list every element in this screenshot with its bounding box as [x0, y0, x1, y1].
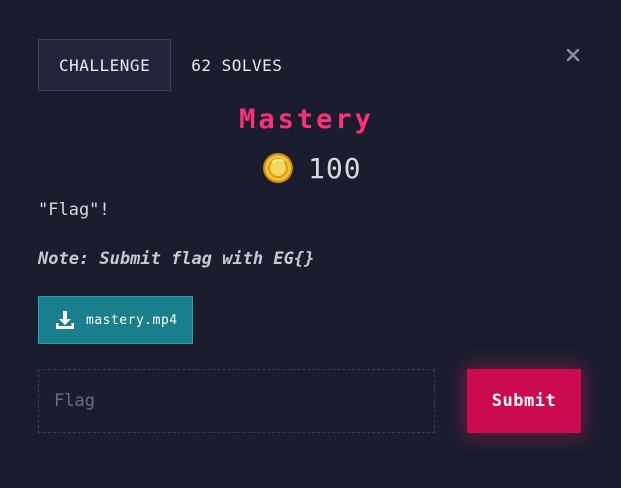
challenge-modal: CHALLENGE 62 SOLVES Mastery 100 "Flag"! …: [0, 0, 621, 488]
challenge-description: "Flag"!: [38, 200, 110, 220]
challenge-note: Note: Submit flag with EG{}: [38, 249, 315, 269]
points-value: 100: [308, 151, 362, 185]
tab-challenge-label: CHALLENGE: [59, 55, 151, 75]
download-icon: [56, 311, 74, 329]
challenge-points: 100: [262, 150, 362, 186]
file-name: mastery.mp4: [86, 312, 178, 328]
download-file-button[interactable]: mastery.mp4: [38, 296, 193, 344]
close-icon: [566, 48, 580, 62]
challenge-title: Mastery: [239, 104, 374, 135]
flag-input[interactable]: [38, 369, 435, 433]
coin-icon: [263, 153, 293, 183]
tab-solves[interactable]: 62 SOLVES: [171, 39, 302, 91]
challenge-tabs: CHALLENGE 62 SOLVES: [38, 39, 302, 91]
close-button[interactable]: [563, 45, 583, 65]
submit-button[interactable]: Submit: [467, 369, 581, 433]
tab-solves-label: 62 SOLVES: [191, 55, 283, 75]
tab-challenge[interactable]: CHALLENGE: [38, 39, 172, 91]
